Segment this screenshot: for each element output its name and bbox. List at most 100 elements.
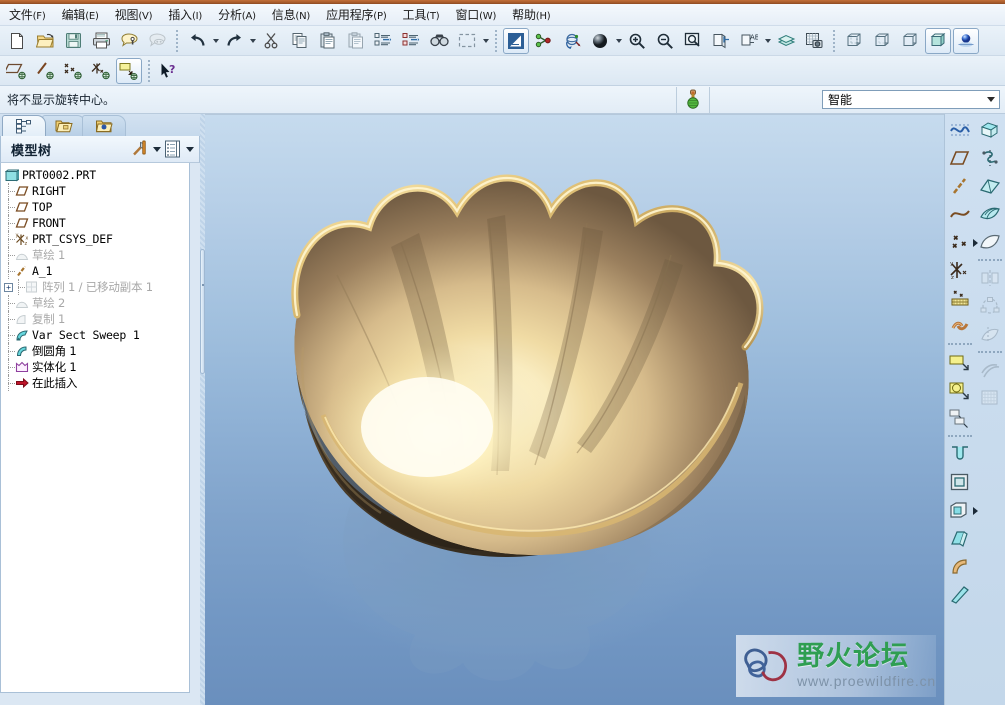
paste-button[interactable] [314, 28, 340, 54]
menu-analysis[interactable]: 分析(A) [211, 4, 265, 26]
annotation-dropdown-arrow[interactable] [763, 29, 772, 53]
helical-sweep-tool-button[interactable] [977, 145, 1003, 171]
regenerate-changed-button[interactable] [398, 28, 424, 54]
send-mail-button[interactable] [116, 28, 142, 54]
datum-plane-display-button[interactable] [4, 58, 30, 84]
show-dropdown-arrow[interactable] [184, 138, 195, 160]
menu-tools[interactable]: 工具(T) [396, 4, 449, 26]
hole-tool-button[interactable] [947, 525, 973, 551]
sketch-tool-button[interactable] [947, 117, 973, 143]
shell-tool-button[interactable] [947, 469, 973, 495]
analysis-feature-button[interactable] [947, 285, 973, 311]
tree-item-front-plane[interactable]: FRONT [4, 215, 189, 231]
tree-item-csys[interactable]: z y x PRT_CSYS_DEF [4, 231, 189, 247]
model-3d-view[interactable] [205, 115, 944, 695]
show-list-button[interactable] [162, 138, 184, 160]
wireframe-button[interactable] [841, 28, 867, 54]
render-button[interactable] [953, 27, 979, 54]
chevron-down-icon[interactable] [983, 91, 999, 108]
tree-item-copy-1[interactable]: 复制 1 [4, 311, 189, 327]
datum-reference-button[interactable] [947, 313, 973, 339]
datum-plane-tool-button[interactable] [947, 145, 973, 171]
model-tree[interactable]: PRT0002.PRT RIGHT TOP FRONT z y x PRT_CS… [0, 163, 190, 693]
tree-item-right-plane[interactable]: RIGHT [4, 183, 189, 199]
tree-expander-button[interactable]: + [4, 282, 13, 292]
boundary-blend-tool-button[interactable] [977, 201, 1003, 227]
redo-dropdown-arrow[interactable] [248, 29, 257, 53]
undo-button[interactable] [184, 28, 210, 54]
find-button[interactable] [426, 28, 452, 54]
datum-point-display-button[interactable] [60, 58, 86, 84]
rib-tool-button[interactable] [947, 441, 973, 467]
menu-file[interactable]: 文件(F) [2, 4, 55, 26]
sweep-blend-tool-button[interactable] [947, 405, 973, 431]
regenerate-button[interactable] [370, 28, 396, 54]
copy-button[interactable] [286, 28, 312, 54]
tab-favorites[interactable] [82, 115, 126, 136]
spin-center-button[interactable] [559, 28, 585, 54]
no-hidden-line-button[interactable] [897, 28, 923, 54]
datum-axis-display-button[interactable] [32, 58, 58, 84]
settings-dropdown-arrow[interactable] [151, 138, 162, 160]
select-box-button[interactable] [454, 28, 480, 54]
datum-axis-tool-button[interactable] [947, 173, 973, 199]
datum-tag-display-button[interactable] [116, 57, 142, 84]
datum-point-tool-button[interactable] [947, 229, 978, 255]
context-help-button[interactable]: ? [156, 58, 182, 84]
capture-image-button[interactable] [801, 28, 827, 54]
undo-dropdown-arrow[interactable] [211, 29, 220, 53]
graphics-viewport[interactable]: 野火论坛 www.proewildfire.cn [205, 114, 944, 705]
zoom-in-button[interactable] [624, 28, 650, 54]
layer-display-button[interactable] [503, 27, 529, 54]
print-button[interactable] [88, 28, 114, 54]
style-tool-button[interactable] [977, 117, 1003, 143]
tree-item-sketch-1[interactable]: 草绘 1 [4, 247, 189, 263]
menu-view[interactable]: 视图(V) [108, 4, 162, 26]
blend-tool-button[interactable] [977, 173, 1003, 199]
tree-item-insert-here[interactable]: 在此插入 [4, 375, 189, 391]
tree-item-sketch-2[interactable]: 草绘 2 [4, 295, 189, 311]
menu-info[interactable]: 信息(N) [265, 4, 319, 26]
shading-dropdown-arrow[interactable] [614, 29, 623, 53]
redo-button[interactable] [221, 28, 247, 54]
cut-button[interactable] [258, 28, 284, 54]
refit-button[interactable] [680, 28, 706, 54]
tab-model-tree[interactable] [2, 115, 46, 136]
hidden-line-button[interactable] [869, 28, 895, 54]
revolve-tool-button[interactable] [947, 377, 973, 403]
tree-item-solidify-1[interactable]: 实体化 1 [4, 359, 189, 375]
round-tool-button[interactable] [947, 553, 973, 579]
datum-csys-tool-button[interactable]: zy [947, 257, 973, 283]
save-button[interactable] [60, 28, 86, 54]
tree-item-round-1[interactable]: 倒圆角 1 [4, 343, 189, 359]
draft-tool-button[interactable] [947, 497, 978, 523]
extrude-tool-button[interactable] [947, 349, 973, 375]
menu-insert[interactable]: 插入(I) [161, 4, 211, 26]
menu-edit[interactable]: 编辑(E) [55, 4, 108, 26]
menu-applications[interactable]: 应用程序(P) [319, 4, 395, 26]
chamfer-tool-button[interactable] [947, 581, 973, 607]
selection-filter-combobox[interactable]: 智能 [822, 90, 1000, 109]
menu-help[interactable]: 帮助(H) [505, 4, 559, 26]
datum-csys-display-button[interactable] [88, 58, 114, 84]
tree-item-var-sect-sweep-1[interactable]: Var Sect Sweep 1 [4, 327, 189, 343]
datum-curve-tool-button[interactable] [947, 201, 973, 227]
tree-item-pattern-1[interactable]: + 阵列 1 / 已移动副本 1 [4, 279, 189, 295]
zoom-out-button[interactable] [652, 28, 678, 54]
tab-folder-browser[interactable] [42, 115, 86, 136]
select-box-dropdown-arrow[interactable] [481, 29, 490, 53]
relations-button[interactable] [531, 28, 557, 54]
settings-tools-button[interactable] [129, 138, 151, 160]
reorient-button[interactable] [708, 28, 734, 54]
shaded-button[interactable] [925, 27, 951, 54]
tree-item-part[interactable]: PRT0002.PRT [4, 167, 189, 183]
flyout-arrow-icon[interactable] [973, 507, 978, 515]
layers-stack-button[interactable] [773, 28, 799, 54]
tree-item-top-plane[interactable]: TOP [4, 199, 189, 215]
paste-special-button[interactable] [342, 28, 368, 54]
fill-surface-tool-button[interactable] [977, 229, 1003, 255]
tree-item-axis-a1[interactable]: A_1 [4, 263, 189, 279]
shading-sphere-button[interactable] [587, 28, 613, 54]
annotation-button[interactable]: AB [736, 28, 762, 54]
menu-window[interactable]: 窗口(W) [448, 4, 505, 26]
